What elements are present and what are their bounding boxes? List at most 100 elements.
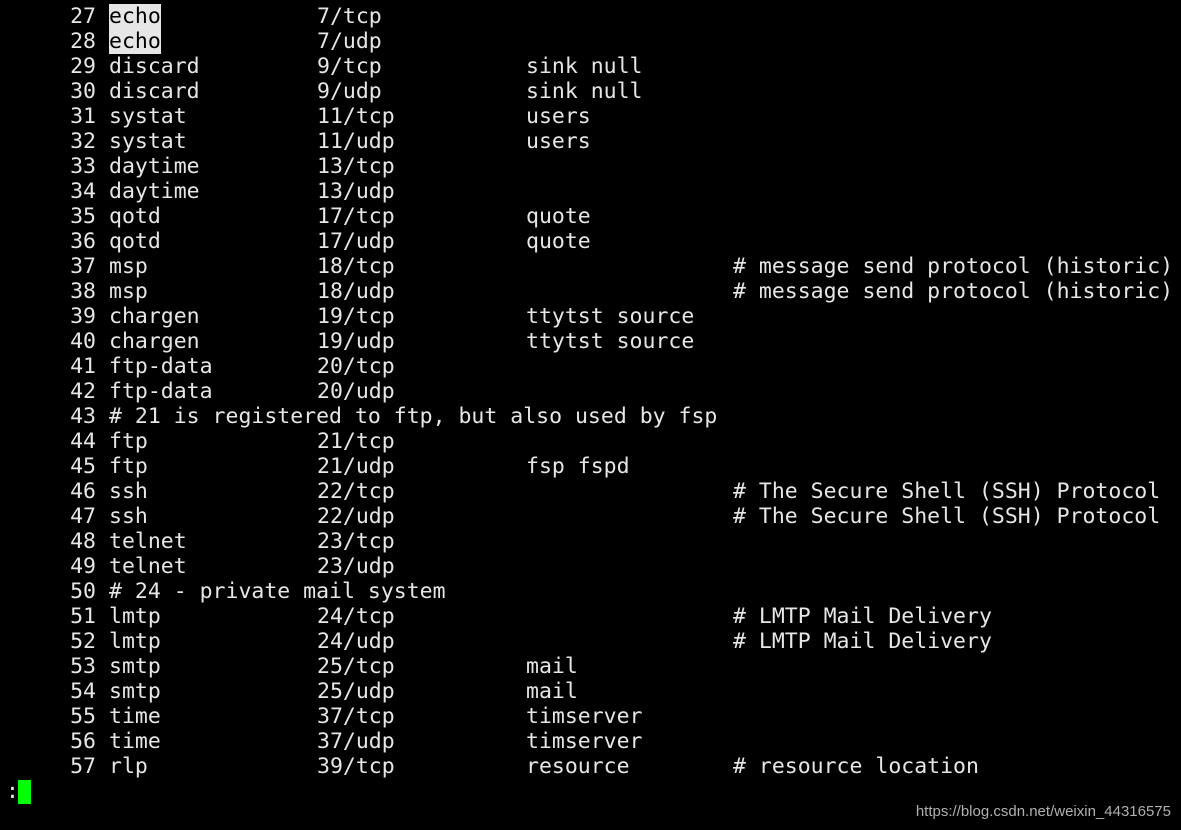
service-name: lmtp <box>109 629 161 654</box>
comment-text: # 21 is registered to ftp, but also used… <box>109 404 718 429</box>
service-port: 9/udp <box>317 79 382 104</box>
service-port: 17/udp <box>317 229 395 254</box>
service-port: 19/udp <box>317 329 395 354</box>
service-name: ftp-data <box>109 354 213 379</box>
search-match: echo <box>109 29 161 54</box>
line-number: 32 <box>70 129 96 154</box>
service-port: 20/tcp <box>317 354 395 379</box>
service-port: 22/tcp <box>317 479 395 504</box>
service-port: 9/tcp <box>317 54 382 79</box>
line-number: 43 <box>70 404 96 429</box>
service-port: 24/udp <box>317 629 395 654</box>
service-comment: # message send protocol (historic) <box>733 279 1174 304</box>
service-name: ftp <box>109 454 148 479</box>
line-number: 37 <box>70 254 96 279</box>
line-number: 29 <box>70 54 96 79</box>
service-port: 21/udp <box>317 454 395 479</box>
service-name: qotd <box>109 229 161 254</box>
watermark: https://blog.csdn.net/weixin_44316575 <box>915 803 1171 820</box>
service-port: 7/udp <box>317 29 382 54</box>
service-aliases: ttytst source <box>526 329 695 354</box>
service-aliases: ttytst source <box>526 304 695 329</box>
service-name: smtp <box>109 654 161 679</box>
service-port: 37/udp <box>317 729 395 754</box>
service-port: 11/tcp <box>317 104 395 129</box>
service-name: chargen <box>109 329 200 354</box>
service-port: 23/udp <box>317 554 395 579</box>
service-port: 23/tcp <box>317 529 395 554</box>
line-number: 52 <box>70 629 96 654</box>
service-comment: # The Secure Shell (SSH) Protocol <box>733 504 1161 529</box>
service-name: time <box>109 729 161 754</box>
service-port: 20/udp <box>317 379 395 404</box>
service-name: daytime <box>109 179 200 204</box>
line-number: 56 <box>70 729 96 754</box>
service-name: chargen <box>109 304 200 329</box>
line-number: 54 <box>70 679 96 704</box>
service-port: 18/udp <box>317 279 395 304</box>
service-port: 25/tcp <box>317 654 395 679</box>
service-comment: # The Secure Shell (SSH) Protocol <box>733 479 1161 504</box>
service-aliases: fsp fspd <box>526 454 630 479</box>
line-number: 35 <box>70 204 96 229</box>
line-number: 50 <box>70 579 96 604</box>
service-aliases: sink null <box>526 54 643 79</box>
service-comment: # resource location <box>733 754 979 779</box>
line-number: 46 <box>70 479 96 504</box>
service-name: ftp-data <box>109 379 213 404</box>
service-name: discard <box>109 79 200 104</box>
service-name: qotd <box>109 204 161 229</box>
service-name: daytime <box>109 154 200 179</box>
service-name: systat <box>109 104 187 129</box>
line-number: 49 <box>70 554 96 579</box>
service-aliases: users <box>526 104 591 129</box>
service-port: 18/tcp <box>317 254 395 279</box>
service-name: ssh <box>109 479 148 504</box>
service-port: 13/udp <box>317 179 395 204</box>
service-name: smtp <box>109 679 161 704</box>
service-name: lmtp <box>109 604 161 629</box>
service-name: systat <box>109 129 187 154</box>
line-number: 39 <box>70 304 96 329</box>
line-number: 33 <box>70 154 96 179</box>
line-number: 55 <box>70 704 96 729</box>
service-aliases: sink null <box>526 79 643 104</box>
service-port: 19/tcp <box>317 304 395 329</box>
service-comment: # LMTP Mail Delivery <box>733 629 992 654</box>
line-number: 47 <box>70 504 96 529</box>
line-number: 48 <box>70 529 96 554</box>
line-number: 30 <box>70 79 96 104</box>
service-aliases: mail <box>526 679 578 704</box>
line-number: 28 <box>70 29 96 54</box>
line-number: 34 <box>70 179 96 204</box>
service-name: msp <box>109 254 148 279</box>
service-aliases: mail <box>526 654 578 679</box>
line-number: 40 <box>70 329 96 354</box>
service-port: 37/tcp <box>317 704 395 729</box>
line-number: 41 <box>70 354 96 379</box>
line-number: 38 <box>70 279 96 304</box>
line-number: 44 <box>70 429 96 454</box>
service-port: 7/tcp <box>317 4 382 29</box>
service-port: 11/udp <box>317 129 395 154</box>
service-name: ftp <box>109 429 148 454</box>
service-aliases: users <box>526 129 591 154</box>
line-number: 45 <box>70 454 96 479</box>
service-comment: # message send protocol (historic) <box>733 254 1174 279</box>
service-aliases: quote <box>526 229 591 254</box>
line-number: 53 <box>70 654 96 679</box>
service-aliases: quote <box>526 204 591 229</box>
line-number: 51 <box>70 604 96 629</box>
service-name: telnet <box>109 529 187 554</box>
service-port: 21/tcp <box>317 429 395 454</box>
comment-text: # 24 - private mail system <box>109 579 446 604</box>
search-match: echo <box>109 4 161 29</box>
service-port: 22/udp <box>317 504 395 529</box>
service-port: 13/tcp <box>317 154 395 179</box>
line-number: 27 <box>70 4 96 29</box>
command-prompt[interactable]: : <box>6 780 19 804</box>
line-number: 31 <box>70 104 96 129</box>
line-number: 36 <box>70 229 96 254</box>
service-port: 25/udp <box>317 679 395 704</box>
service-name: rlp <box>109 754 148 779</box>
